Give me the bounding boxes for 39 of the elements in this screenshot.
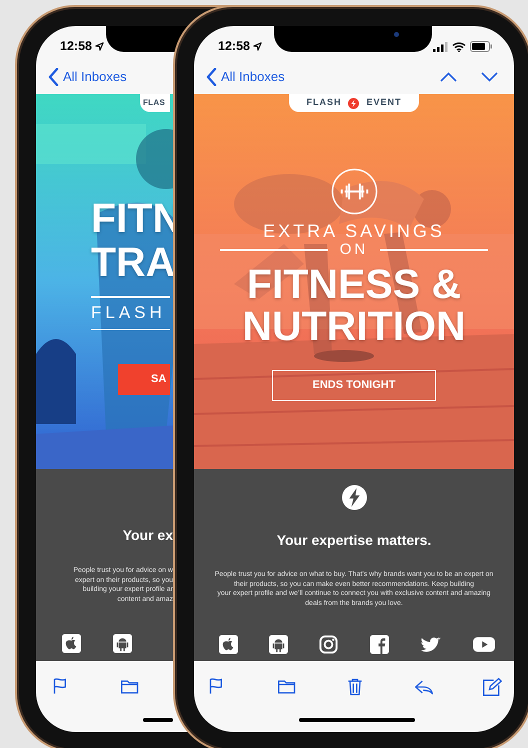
back-link[interactable]: All Inboxes [206,66,285,86]
cta-button[interactable]: ENDS TONIGHT [272,370,436,401]
headline-text: FITNESS & [246,263,462,305]
play-icon[interactable] [472,635,495,654]
eyebrow-text: EXTRA SAVINGS [263,221,445,241]
battery-icon [470,41,492,52]
cta-button[interactable]: SA [118,364,170,395]
event-badge: FLAS [140,94,170,112]
home-indicator [143,718,173,722]
up-chevron-icon[interactable] [440,72,457,82]
section-heading: Your expertise matters. [276,531,432,550]
lightning-icon [348,98,360,108]
robot-icon[interactable] [113,634,132,653]
lightning-icon [342,485,366,510]
badge-text: EVENT [366,96,402,110]
camera-dot [394,32,399,37]
dumbbell-icon [330,168,378,215]
down-chevron-icon[interactable] [481,72,498,82]
apple-icon[interactable] [219,635,238,654]
subline-text: FLASH [91,302,167,324]
back-chevron-icon [206,68,217,86]
back-chevron-icon [48,68,59,86]
status-time: 12:58 [60,38,92,56]
location-arrow-icon [252,42,262,51]
facebook-icon[interactable] [370,635,389,654]
headline-text: NUTRITION [242,305,466,347]
badge-text: FLASH [306,96,342,110]
wifi-icon [452,42,466,52]
bird-icon[interactable] [420,635,442,654]
status-time: 12:58 [218,38,250,56]
signal-icon [433,42,448,52]
camera-icon[interactable] [319,635,338,654]
back-link[interactable]: All Inboxes [48,66,127,86]
compose-icon[interactable] [482,677,502,697]
connector-text: ON [340,241,368,259]
apple-icon[interactable] [62,634,81,653]
section-heading: Your ex [122,526,173,545]
robot-icon[interactable] [269,635,288,654]
location-arrow-icon [94,42,104,51]
